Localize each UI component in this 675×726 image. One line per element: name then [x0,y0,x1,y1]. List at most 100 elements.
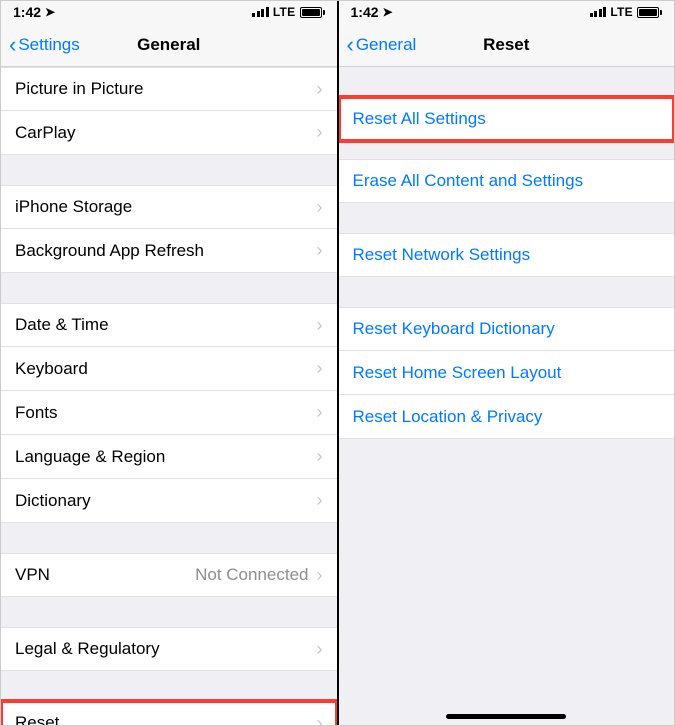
row-iphone-storage[interactable]: iPhone Storage › [1,185,337,229]
row-reset-network-settings[interactable]: Reset Network Settings [339,233,675,277]
row-label: iPhone Storage [15,197,132,217]
settings-group: VPN Not Connected › [1,553,337,597]
chevron-right-icon: › [317,446,323,467]
group-gap [339,141,675,159]
row-label: Legal & Regulatory [15,639,160,659]
group-gap [339,67,675,97]
row-label: Background App Refresh [15,241,204,261]
chevron-right-icon: › [317,240,323,261]
network-label: LTE [273,5,296,19]
settings-group: Reset Network Settings [339,233,675,277]
home-indicator[interactable] [446,714,566,719]
location-icon: ➤ [45,5,55,19]
row-background-app-refresh[interactable]: Background App Refresh › [1,229,337,273]
settings-group: Legal & Regulatory › [1,627,337,671]
battery-icon [637,7,662,18]
chevron-left-icon: ‹ [9,34,16,56]
row-label: Fonts [15,403,58,423]
clock: 1:42 [351,4,379,20]
settings-group: Date & Time›Keyboard›Fonts›Language & Re… [1,303,337,523]
row-label: Reset Home Screen Layout [353,363,562,383]
row-label: Reset Network Settings [353,245,531,265]
settings-group: Reset All Settings [339,97,675,141]
row-accessory: › [317,446,323,467]
group-gap [339,277,675,307]
chevron-right-icon: › [317,315,323,336]
row-accessory: › [317,315,323,336]
row-reset-keyboard-dictionary[interactable]: Reset Keyboard Dictionary [339,307,675,351]
nav-bar: ‹ General Reset [339,23,675,67]
clock: 1:42 [13,4,41,20]
row-accessory: › [317,79,323,100]
row-label: Reset All Settings [353,109,486,129]
row-reset-location-privacy[interactable]: Reset Location & Privacy [339,395,675,439]
back-button[interactable]: ‹ General [347,34,417,56]
row-label: Date & Time [15,315,109,335]
group-gap [1,523,337,553]
row-reset-all-settings[interactable]: Reset All Settings [339,97,675,141]
row-detail: Not Connected [195,565,308,585]
settings-group: Reset›Shut Down [1,701,337,725]
group-gap [1,273,337,303]
back-label: Settings [18,35,79,55]
row-label: Language & Region [15,447,165,467]
row-legal-regulatory[interactable]: Legal & Regulatory › [1,627,337,671]
row-accessory: Not Connected › [195,565,322,586]
group-gap [339,203,675,233]
row-accessory: › [317,122,323,143]
general-screen: 1:42 ➤ LTE ‹ Settings General Picture in… [1,1,337,725]
chevron-right-icon: › [317,402,323,423]
group-gap [1,597,337,627]
status-bar: 1:42 ➤ LTE [339,1,675,23]
chevron-right-icon: › [317,358,323,379]
row-label: Picture in Picture [15,79,144,99]
row-erase-all-content[interactable]: Erase All Content and Settings [339,159,675,203]
reset-screen: 1:42 ➤ LTE ‹ General Reset Reset All Set… [339,1,675,725]
row-accessory: › [317,402,323,423]
row-label: CarPlay [15,123,75,143]
chevron-left-icon: ‹ [347,34,354,56]
row-reset[interactable]: Reset › [1,701,337,725]
chevron-right-icon: › [317,79,323,100]
row-label: Reset [15,713,59,725]
signal-icon [252,7,269,17]
row-label: Dictionary [15,491,91,511]
row-accessory: › [317,639,323,660]
row-accessory: › [317,240,323,261]
row-accessory: › [317,713,323,726]
settings-group: Erase All Content and Settings [339,159,675,203]
row-language-region[interactable]: Language & Region › [1,435,337,479]
row-label: Reset Keyboard Dictionary [353,319,555,339]
settings-group: iPhone Storage › Background App Refresh › [1,185,337,273]
row-date-time[interactable]: Date & Time › [1,303,337,347]
row-label: Reset Location & Privacy [353,407,543,427]
row-label: Erase All Content and Settings [353,171,584,191]
row-keyboard[interactable]: Keyboard › [1,347,337,391]
row-vpn[interactable]: VPN Not Connected › [1,553,337,597]
row-label: VPN [15,565,50,585]
row-accessory: › [317,358,323,379]
row-label: Keyboard [15,359,88,379]
settings-group: Picture in Picture › CarPlay › [1,67,337,155]
group-gap [1,155,337,185]
row-reset-home-screen-layout[interactable]: Reset Home Screen Layout [339,351,675,395]
settings-list: Picture in Picture›CarPlay›iPhone Storag… [1,67,337,725]
row-dictionary[interactable]: Dictionary › [1,479,337,523]
chevron-right-icon: › [317,713,323,726]
row-accessory: › [317,197,323,218]
back-button[interactable]: ‹ Settings [9,34,80,56]
back-label: General [356,35,416,55]
settings-group: Reset Keyboard Dictionary Reset Home Scre… [339,307,675,439]
row-carplay[interactable]: CarPlay › [1,111,337,155]
chevron-right-icon: › [317,639,323,660]
chevron-right-icon: › [317,197,323,218]
battery-icon [300,7,325,18]
chevron-right-icon: › [317,565,323,586]
chevron-right-icon: › [317,122,323,143]
status-bar: 1:42 ➤ LTE [1,1,337,23]
row-fonts[interactable]: Fonts › [1,391,337,435]
chevron-right-icon: › [317,490,323,511]
signal-icon [590,7,607,17]
row-picture-in-picture[interactable]: Picture in Picture › [1,67,337,111]
reset-list: Reset All Settings Erase All Content and … [339,67,675,439]
